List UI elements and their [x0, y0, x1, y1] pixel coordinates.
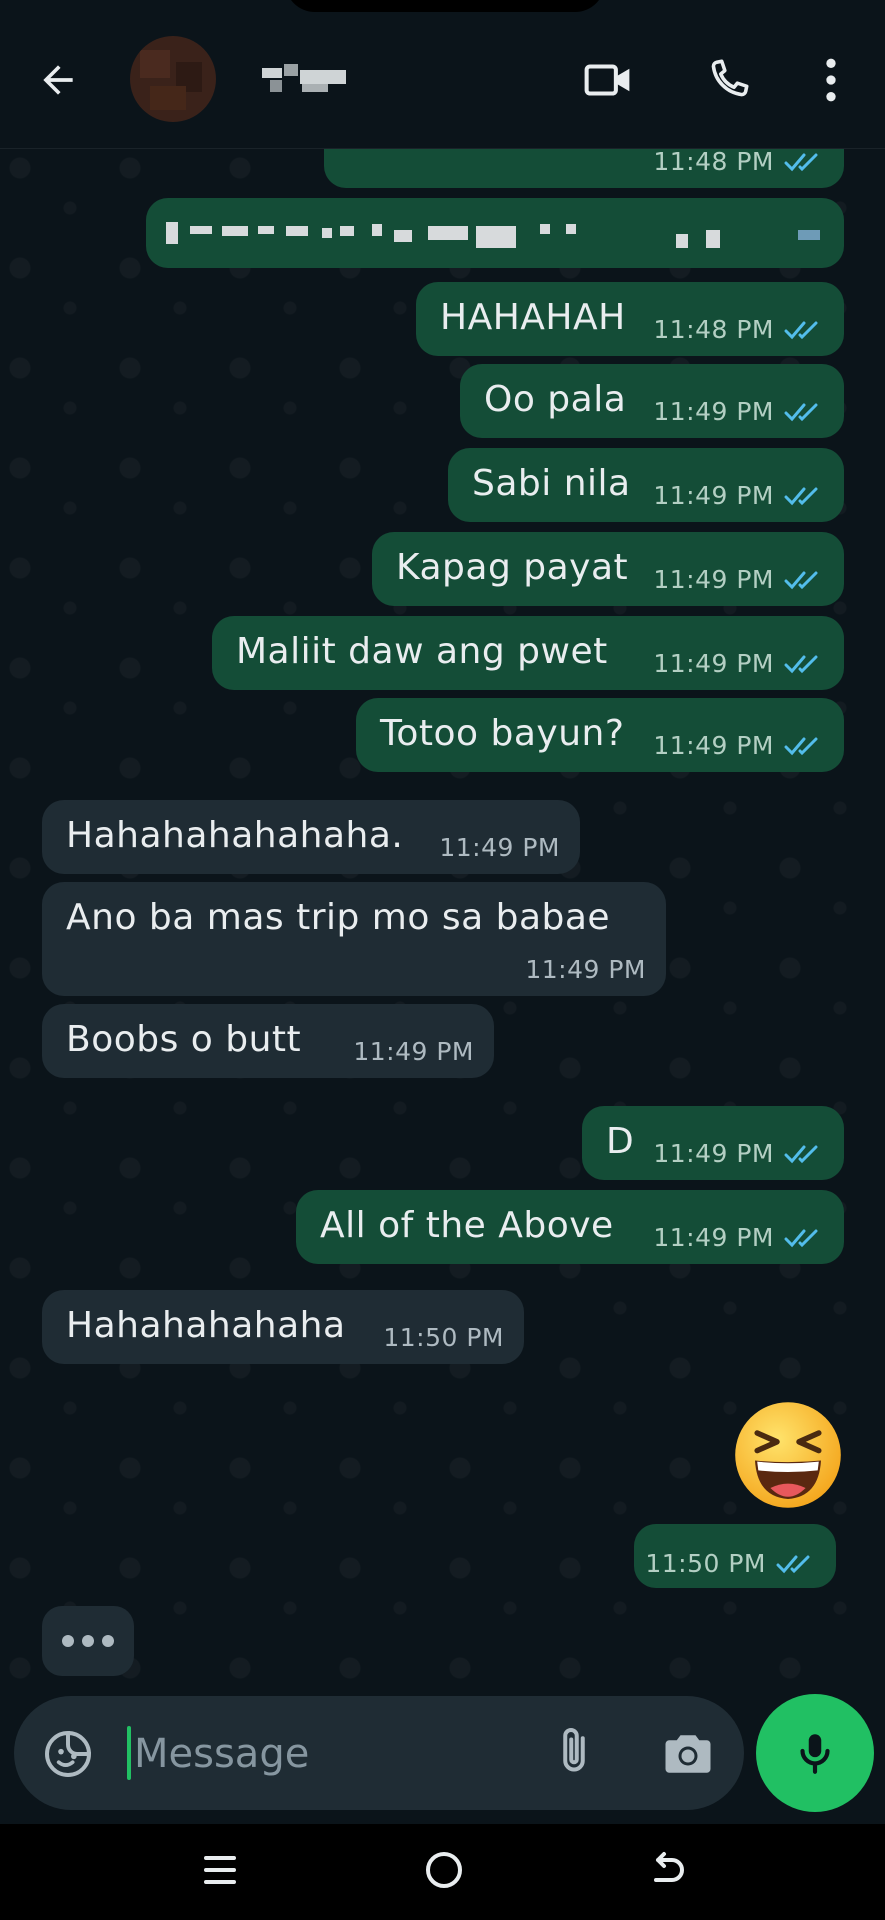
message-time: 11:48 PM [653, 148, 774, 176]
message-meta: 11:49 PM [525, 956, 646, 984]
message-text: Sabi nila [472, 463, 631, 504]
camera-icon[interactable] [658, 1724, 718, 1784]
message-bubble-outgoing[interactable]: HAHAHAH 11:48 PM [416, 282, 844, 356]
message-text: Ano ba mas trip mo sa babae [66, 897, 611, 938]
contact-name[interactable] [262, 64, 346, 94]
message-time: 11:49 PM [653, 397, 774, 426]
message-text: Boobs o butt [66, 1019, 302, 1060]
typing-indicator [42, 1606, 134, 1676]
message-bubble-incoming[interactable]: Hahahahahaha 11:50 PM [42, 1290, 524, 1364]
typing-dot [102, 1635, 114, 1647]
message-meta: 11:49 PM [653, 566, 824, 594]
arrow-left-icon [43, 65, 73, 95]
message-text: Kapag payat [396, 547, 629, 588]
message-input[interactable] [132, 1718, 536, 1790]
message-text: D [606, 1121, 635, 1162]
message-bubble-incoming[interactable]: Hahahahahahaha. 11:49 PM [42, 800, 580, 874]
video-camera-icon [584, 64, 630, 96]
message-time: 11:49 PM [653, 565, 774, 594]
sticker-icon[interactable] [40, 1726, 96, 1782]
avatar[interactable] [130, 36, 216, 122]
phone-icon [711, 59, 749, 97]
message-bubble-outgoing[interactable]: All of the Above 11:49 PM [296, 1190, 844, 1264]
double-check-icon [784, 1229, 818, 1248]
message-meta: 11:50 PM [383, 1324, 504, 1352]
message-text: HAHAHAH [440, 297, 626, 338]
message-meta: 11:48 PM [653, 148, 824, 176]
double-check-icon [776, 1555, 810, 1574]
double-check-icon [784, 655, 818, 674]
message-bubble-outgoing[interactable]: Maliit daw ang pwet 11:49 PM [212, 616, 844, 690]
message-time: 11:49 PM [653, 1139, 774, 1168]
message-meta: 11:49 PM [653, 482, 824, 510]
message-text: Hahahahahahaha. [66, 815, 404, 856]
chat-header [0, 0, 885, 149]
message-time: 11:49 PM [525, 955, 646, 984]
message-time: 11:50 PM [383, 1323, 504, 1352]
home-icon[interactable] [422, 1848, 466, 1892]
message-bubble-outgoing[interactable]: D 11:49 PM [582, 1106, 844, 1180]
message-meta: 11:49 PM [653, 1224, 824, 1252]
message-time: 11:49 PM [653, 649, 774, 678]
message-time: 11:49 PM [353, 1037, 474, 1066]
message-time: 11:49 PM [653, 731, 774, 760]
message-meta: 11:50 PM [645, 1550, 816, 1578]
message-meta: 11:49 PM [353, 1038, 474, 1066]
double-check-icon [784, 403, 818, 422]
message-time: 11:49 PM [439, 833, 560, 862]
message-text: All of the Above [320, 1205, 614, 1246]
voice-message-button[interactable] [756, 1694, 874, 1812]
double-check-icon [784, 321, 818, 340]
message-time: 11:49 PM [653, 481, 774, 510]
message-text: Hahahahahaha [66, 1305, 346, 1346]
typing-dot [82, 1635, 94, 1647]
text-cursor [127, 1726, 131, 1780]
message-time: 11:48 PM [653, 315, 774, 344]
double-check-icon [784, 487, 818, 506]
more-vert-icon [826, 58, 836, 102]
message-bubble-outgoing[interactable]: Oo pala 11:49 PM [460, 364, 844, 438]
message-bubble-incoming[interactable]: Boobs o butt 11:49 PM [42, 1004, 494, 1078]
message-bubble-incoming[interactable]: Ano ba mas trip mo sa babae 11:49 PM [42, 882, 666, 996]
system-navigation-bar [0, 1824, 885, 1920]
message-meta: 11:49 PM [653, 732, 824, 760]
message-bubble-outgoing[interactable]: Totoo bayun? 11:49 PM [356, 698, 844, 772]
message-text: Maliit daw ang pwet [236, 631, 608, 672]
message-bubble-outgoing[interactable]: 11:48 PM [324, 148, 844, 188]
typing-dot [62, 1635, 74, 1647]
message-meta: 11:49 PM [653, 398, 824, 426]
paperclip-icon[interactable] [544, 1722, 604, 1782]
message-text: Totoo bayun? [380, 713, 625, 754]
message-meta: 11:49 PM [653, 1140, 824, 1168]
system-back-icon[interactable] [644, 1848, 688, 1892]
message-bubble-outgoing-emoji[interactable]: 😆 11:50 PM [634, 1524, 836, 1588]
message-bubble-outgoing[interactable]: Sabi nila 11:49 PM [448, 448, 844, 522]
message-meta: 11:48 PM [653, 316, 824, 344]
double-check-icon [784, 571, 818, 590]
message-bubble-outgoing[interactable]: Kapag payat 11:49 PM [372, 532, 844, 606]
back-button[interactable] [30, 52, 86, 108]
camera-notch [285, 0, 605, 12]
more-options-button[interactable] [803, 52, 859, 108]
video-call-button[interactable] [580, 52, 636, 108]
message-time: 11:50 PM [645, 1549, 766, 1578]
double-check-icon [784, 153, 818, 172]
grinning-squinting-face-emoji[interactable] [733, 1400, 843, 1510]
message-meta: 11:49 PM [439, 834, 560, 862]
voice-call-button[interactable] [700, 52, 756, 108]
microphone-icon [800, 1734, 830, 1774]
message-meta: 11:49 PM [653, 650, 824, 678]
double-check-icon [784, 737, 818, 756]
double-check-icon [784, 1145, 818, 1164]
message-composer [14, 1696, 744, 1810]
message-text: Oo pala [484, 379, 627, 420]
recent-apps-icon[interactable] [200, 1848, 240, 1892]
message-time: 11:49 PM [653, 1223, 774, 1252]
message-bubble-outgoing-pixelated[interactable] [146, 198, 844, 268]
